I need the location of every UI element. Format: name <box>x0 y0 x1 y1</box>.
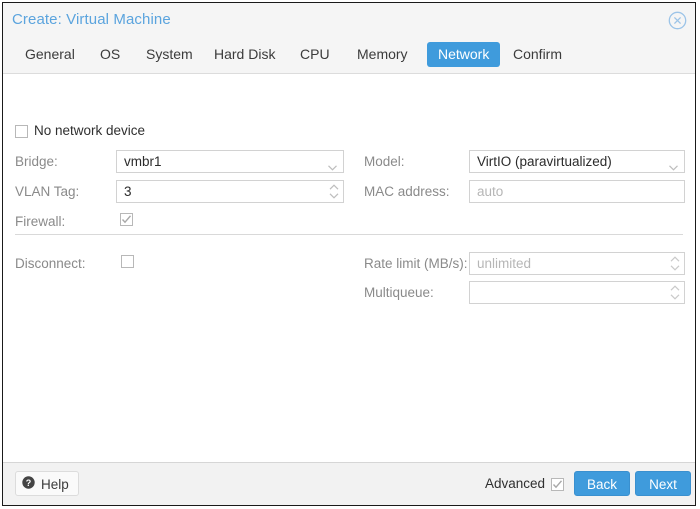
next-button[interactable]: Next <box>635 471 691 496</box>
rate-limit-input[interactable]: unlimited <box>469 252 685 275</box>
disconnect-label: Disconnect: <box>15 256 86 271</box>
disconnect-checkbox[interactable] <box>121 255 134 268</box>
vlan-tag-label: VLAN Tag: <box>15 184 80 199</box>
section-divider <box>15 234 683 235</box>
network-form: No network device Bridge: vmbr1 VLAN Tag… <box>3 74 695 462</box>
tab-confirm[interactable]: Confirm <box>502 42 573 67</box>
tab-hard-disk[interactable]: Hard Disk <box>203 42 286 67</box>
bridge-label: Bridge: <box>15 154 58 169</box>
no-network-device-checkbox[interactable] <box>15 125 28 138</box>
model-label: Model: <box>364 154 405 169</box>
advanced-label: Advanced <box>484 476 545 491</box>
multiqueue-label: Multiqueue: <box>364 285 434 300</box>
mac-address-label: MAC address: <box>364 184 450 199</box>
no-network-device-label: No network device <box>34 123 146 138</box>
tab-cpu[interactable]: CPU <box>289 42 341 67</box>
question-circle-icon: ? <box>22 476 35 489</box>
svg-text:?: ? <box>26 478 32 488</box>
tab-os[interactable]: OS <box>89 42 131 67</box>
create-vm-dialog: Create: Virtual Machine General OS Syste… <box>2 2 696 506</box>
multiqueue-input[interactable] <box>469 281 685 304</box>
dialog-footer: Help ? Advanced Back Next <box>3 462 695 505</box>
vlan-tag-input[interactable]: 3 <box>116 180 344 203</box>
model-select[interactable]: VirtIO (paravirtualized) <box>469 150 685 173</box>
firewall-checkbox[interactable] <box>120 213 133 226</box>
wizard-tabbar: General OS System Hard Disk CPU Memory N… <box>3 37 695 74</box>
bridge-select[interactable]: vmbr1 <box>116 150 344 173</box>
tab-memory[interactable]: Memory <box>346 42 419 67</box>
dialog-titlebar: Create: Virtual Machine <box>3 3 695 37</box>
tab-general[interactable]: General <box>14 42 86 67</box>
tab-system[interactable]: System <box>135 42 204 67</box>
dialog-title: Create: Virtual Machine <box>12 11 171 28</box>
tab-network[interactable]: Network <box>427 42 501 67</box>
firewall-label: Firewall: <box>15 214 66 229</box>
mac-address-input[interactable]: auto <box>469 180 685 203</box>
close-icon[interactable] <box>668 11 687 30</box>
back-button[interactable]: Back <box>574 471 630 496</box>
rate-limit-label: Rate limit (MB/s): <box>364 256 468 271</box>
advanced-checkbox[interactable] <box>551 478 564 491</box>
